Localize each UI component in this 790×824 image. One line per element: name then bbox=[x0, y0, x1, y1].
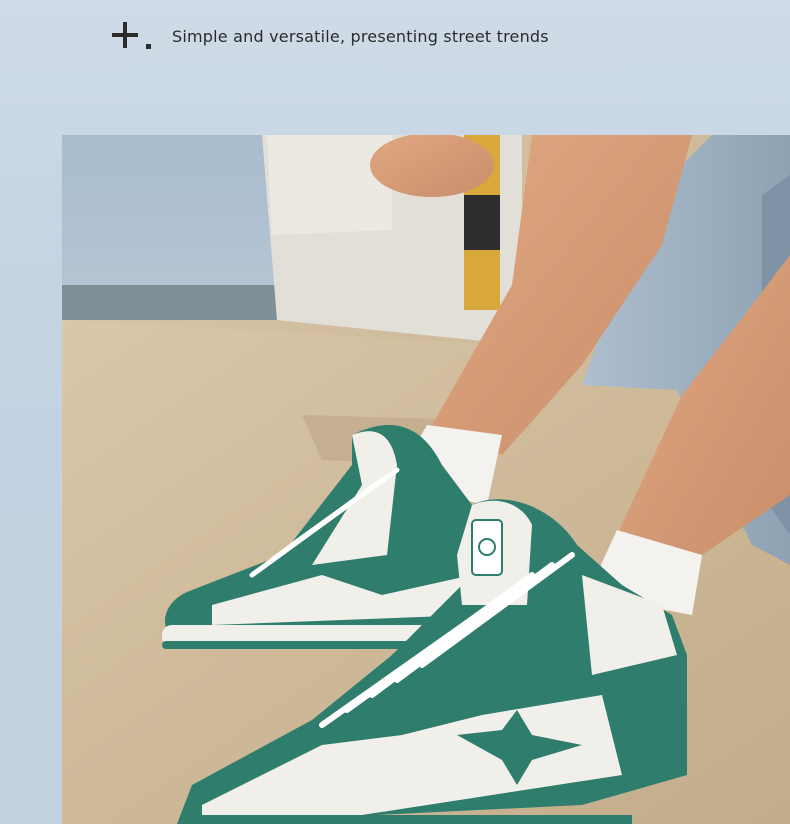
section-header: Simple and versatile, presenting street … bbox=[112, 18, 549, 54]
plus-dot-icon bbox=[112, 18, 156, 54]
product-photo bbox=[62, 135, 790, 824]
section-tagline: Simple and versatile, presenting street … bbox=[172, 26, 549, 46]
